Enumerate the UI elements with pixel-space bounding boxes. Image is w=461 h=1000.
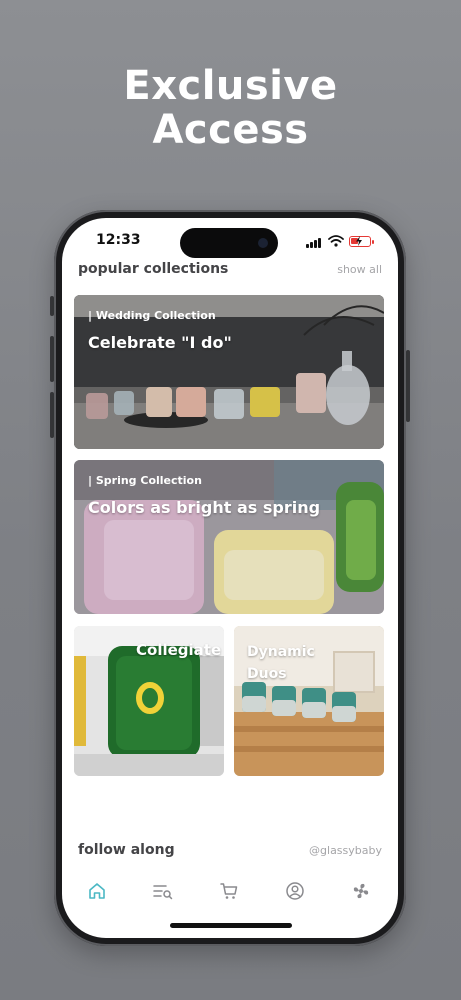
tab-profile[interactable]	[282, 878, 308, 904]
card-tag: | Spring Collection	[88, 474, 202, 487]
card-title: Celebrate "I do"	[88, 333, 232, 352]
follow-along-header: follow along @glassybaby	[78, 842, 382, 866]
show-all-link[interactable]: show all	[337, 263, 382, 276]
search-list-icon	[153, 885, 173, 900]
wedding-collection-card[interactable]: | Wedding Collection Celebrate "I do"	[74, 295, 384, 449]
charging-bolt-icon	[356, 236, 362, 246]
tab-more[interactable]	[348, 878, 374, 904]
popular-collections-header: popular collections show all	[78, 261, 382, 285]
tab-browse[interactable]	[150, 878, 176, 904]
home-indicator[interactable]	[170, 923, 292, 928]
section-title: popular collections	[78, 261, 229, 277]
pinwheel-icon	[353, 883, 369, 899]
headline: Exclusive Access	[0, 64, 461, 152]
home-icon	[89, 883, 105, 899]
dynamic-duos-card[interactable]: Dynamic Duos	[234, 626, 384, 776]
tab-cart[interactable]	[216, 878, 242, 904]
card-title: Collegiate	[136, 641, 222, 659]
dynamic-island	[180, 228, 278, 258]
headline-line-1: Exclusive	[123, 63, 338, 109]
section-title: follow along	[78, 842, 175, 858]
status-time: 12:33	[96, 232, 141, 248]
tab-bar	[62, 868, 398, 916]
spring-collection-card[interactable]: | Spring Collection Colors as bright as …	[74, 460, 384, 614]
headline-line-2: Access	[152, 107, 309, 153]
collegiate-card[interactable]: Collegiate	[74, 626, 224, 776]
profile-icon	[286, 882, 304, 900]
tab-home[interactable]	[84, 878, 110, 904]
card-tag: | Wedding Collection	[88, 309, 216, 322]
camera-icon	[258, 238, 268, 248]
signal-icon	[306, 238, 324, 248]
cart-icon	[220, 883, 238, 899]
card-title: Colors as bright as spring	[88, 498, 321, 517]
power-button	[406, 350, 410, 422]
wifi-icon	[328, 235, 344, 247]
battery-icon	[349, 236, 374, 247]
card-title: Dynamic Duos	[247, 644, 315, 682]
phone-screen: 12:33 popular collections show all | Wed…	[62, 218, 398, 938]
instagram-handle-link[interactable]: @glassybaby	[309, 844, 382, 857]
status-bar: 12:33	[62, 218, 398, 262]
